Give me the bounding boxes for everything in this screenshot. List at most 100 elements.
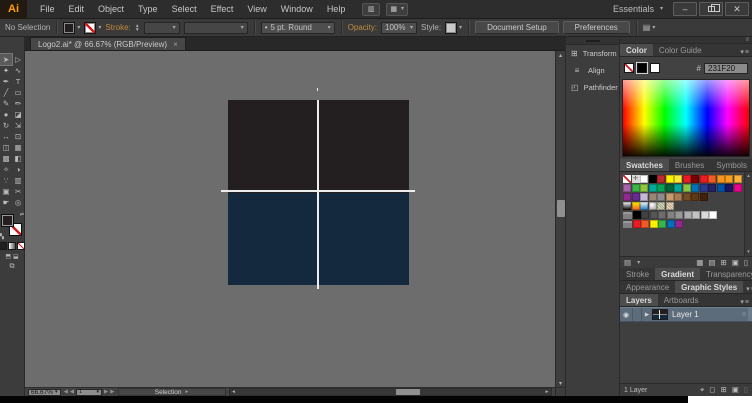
zoom-level-select[interactable]: 66.67% ▾ bbox=[28, 388, 61, 396]
horizontal-scroll-thumb[interactable] bbox=[396, 389, 421, 395]
swatch-radial-gradient[interactable] bbox=[648, 202, 657, 210]
swatch[interactable] bbox=[699, 175, 708, 183]
layer-name[interactable]: Layer 1 bbox=[672, 310, 699, 319]
menu-help[interactable]: Help bbox=[320, 0, 353, 18]
menu-edit[interactable]: Edit bbox=[62, 0, 92, 18]
swatch[interactable] bbox=[691, 184, 699, 192]
swatch[interactable] bbox=[725, 184, 733, 192]
swatch[interactable] bbox=[675, 211, 683, 219]
next-artboard-icon[interactable]: ▶ bbox=[104, 389, 108, 395]
swatch[interactable] bbox=[658, 211, 666, 219]
swatch[interactable] bbox=[657, 175, 665, 183]
menu-object[interactable]: Object bbox=[91, 0, 131, 18]
menu-view[interactable]: View bbox=[240, 0, 273, 18]
swatch[interactable] bbox=[700, 211, 709, 219]
layer-target-icon[interactable]: ○ bbox=[742, 311, 746, 318]
swatch[interactable] bbox=[709, 211, 717, 219]
tool-selection-icon[interactable]: ➤ bbox=[0, 53, 13, 66]
tool-slice-icon[interactable]: ✂ bbox=[12, 186, 24, 197]
dock-item-pathfinder[interactable]: ◰ Pathfinder bbox=[566, 79, 619, 96]
swatch[interactable] bbox=[692, 211, 700, 219]
minimize-button[interactable]: – bbox=[673, 2, 697, 16]
tool-zoom-icon[interactable]: ◎ bbox=[12, 197, 24, 208]
tab-gradient[interactable]: Gradient bbox=[655, 268, 701, 280]
swatch[interactable] bbox=[648, 184, 657, 192]
stroke-weight-stepper[interactable]: ▲ ▼ bbox=[135, 23, 140, 32]
tool-mesh-icon[interactable]: ▩ bbox=[0, 153, 12, 164]
color-white-swatch[interactable] bbox=[650, 63, 660, 73]
swatch[interactable] bbox=[648, 193, 657, 201]
tool-symbol-sprayer-icon[interactable]: ∵ bbox=[0, 175, 12, 186]
swatch[interactable] bbox=[649, 211, 658, 219]
document-tab[interactable]: Logo2.ai* @ 66.67% (RGB/Preview) × bbox=[30, 37, 186, 50]
variable-width-profile-select[interactable]: ▾ bbox=[183, 21, 248, 34]
tab-layers[interactable]: Layers bbox=[620, 294, 658, 306]
color-group-folder-icon[interactable] bbox=[623, 212, 632, 219]
style-select[interactable]: ▾ bbox=[445, 21, 462, 34]
opacity-select[interactable]: 100% ▾ bbox=[381, 21, 418, 34]
delete-layer-icon[interactable]: ▯ bbox=[744, 385, 748, 395]
swatch[interactable] bbox=[641, 211, 649, 219]
tool-pen-icon[interactable]: ✒ bbox=[0, 76, 12, 87]
swatch-options-icon[interactable]: ▤ bbox=[708, 258, 715, 267]
fill-well[interactable] bbox=[1, 214, 14, 227]
drawing-mode-2-icon[interactable]: ⬓ bbox=[13, 253, 19, 260]
document-setup-button[interactable]: Document Setup bbox=[475, 21, 559, 34]
dock-item-transform[interactable]: ⊞ Transform bbox=[566, 45, 619, 62]
swatch[interactable] bbox=[674, 175, 682, 183]
tool-magic-wand-icon[interactable]: ✦ bbox=[0, 65, 12, 76]
swatch-libraries-menu-icon[interactable]: ▤ bbox=[624, 258, 631, 267]
swatch[interactable] bbox=[648, 175, 657, 183]
tab-swatches[interactable]: Swatches bbox=[620, 159, 669, 171]
swatch[interactable] bbox=[623, 184, 631, 192]
fill-color-control[interactable]: ▾ bbox=[63, 21, 80, 34]
fill-stroke-wells[interactable]: ⇄ ▚ bbox=[0, 213, 24, 240]
swatches-scrollbar[interactable]: ▴ ▾ bbox=[744, 172, 752, 256]
swatch-gradient[interactable] bbox=[640, 202, 648, 210]
visibility-eye-icon[interactable]: ◉ bbox=[620, 308, 633, 321]
menu-select[interactable]: Select bbox=[165, 0, 204, 18]
tool-blend-icon[interactable]: ◑ bbox=[12, 164, 24, 175]
stroke-weight-select[interactable]: ▾ bbox=[143, 21, 180, 34]
tool-artboard-icon[interactable]: ▣ bbox=[0, 186, 12, 197]
paint-none-button[interactable] bbox=[17, 242, 25, 250]
canvas[interactable] bbox=[25, 51, 555, 387]
swatch[interactable] bbox=[716, 175, 725, 183]
dock-header[interactable] bbox=[566, 37, 619, 45]
swatch-pattern[interactable] bbox=[665, 202, 674, 210]
default-fill-stroke-icon[interactable]: ▚ bbox=[0, 235, 4, 240]
swatch[interactable] bbox=[674, 184, 682, 192]
swatch[interactable] bbox=[623, 193, 631, 201]
swatch[interactable] bbox=[632, 211, 641, 219]
color-panel-menu-icon[interactable]: ▾ ≡ bbox=[737, 48, 752, 57]
dock-item-align[interactable]: ≡ Align bbox=[566, 62, 619, 79]
tool-width-icon[interactable]: ↔ bbox=[0, 131, 12, 142]
tool-perspective-grid-icon[interactable]: ▦ bbox=[12, 142, 24, 153]
swatch-registration[interactable]: ✛ bbox=[631, 175, 640, 183]
tool-direct-selection-icon[interactable]: ▷ bbox=[12, 54, 24, 65]
first-artboard-icon[interactable]: ◀ bbox=[64, 389, 68, 395]
swatch[interactable] bbox=[708, 184, 716, 192]
new-swatch-icon[interactable]: ▣ bbox=[732, 258, 739, 267]
dock-collapse-bar[interactable]: ≡ bbox=[620, 37, 752, 44]
delete-swatch-icon[interactable]: ▯ bbox=[744, 258, 748, 267]
tab-brushes[interactable]: Brushes bbox=[669, 159, 710, 171]
scroll-left-icon[interactable]: ◂ bbox=[230, 389, 238, 395]
swatch[interactable] bbox=[682, 175, 691, 183]
swatch[interactable] bbox=[725, 175, 733, 183]
swatch[interactable] bbox=[708, 175, 716, 183]
color-none-swatch[interactable] bbox=[624, 63, 634, 73]
scroll-up-icon[interactable]: ▴ bbox=[559, 51, 562, 59]
swatch[interactable] bbox=[691, 175, 699, 183]
tab-transparency[interactable]: Transparency bbox=[700, 268, 752, 280]
swatch[interactable] bbox=[657, 184, 665, 192]
artwork-vertical-line[interactable] bbox=[317, 100, 319, 289]
tool-blob-brush-icon[interactable]: ● bbox=[0, 109, 12, 120]
close-document-icon[interactable]: × bbox=[173, 40, 178, 49]
hex-value-field[interactable]: 231F20 bbox=[704, 62, 748, 74]
swatch[interactable] bbox=[733, 175, 742, 183]
swatch[interactable] bbox=[666, 220, 675, 228]
new-sublayer-icon[interactable]: ⊞ bbox=[720, 385, 726, 395]
close-button[interactable]: ✕ bbox=[725, 2, 749, 16]
change-screen-mode-button[interactable]: ⧉ bbox=[10, 263, 15, 271]
